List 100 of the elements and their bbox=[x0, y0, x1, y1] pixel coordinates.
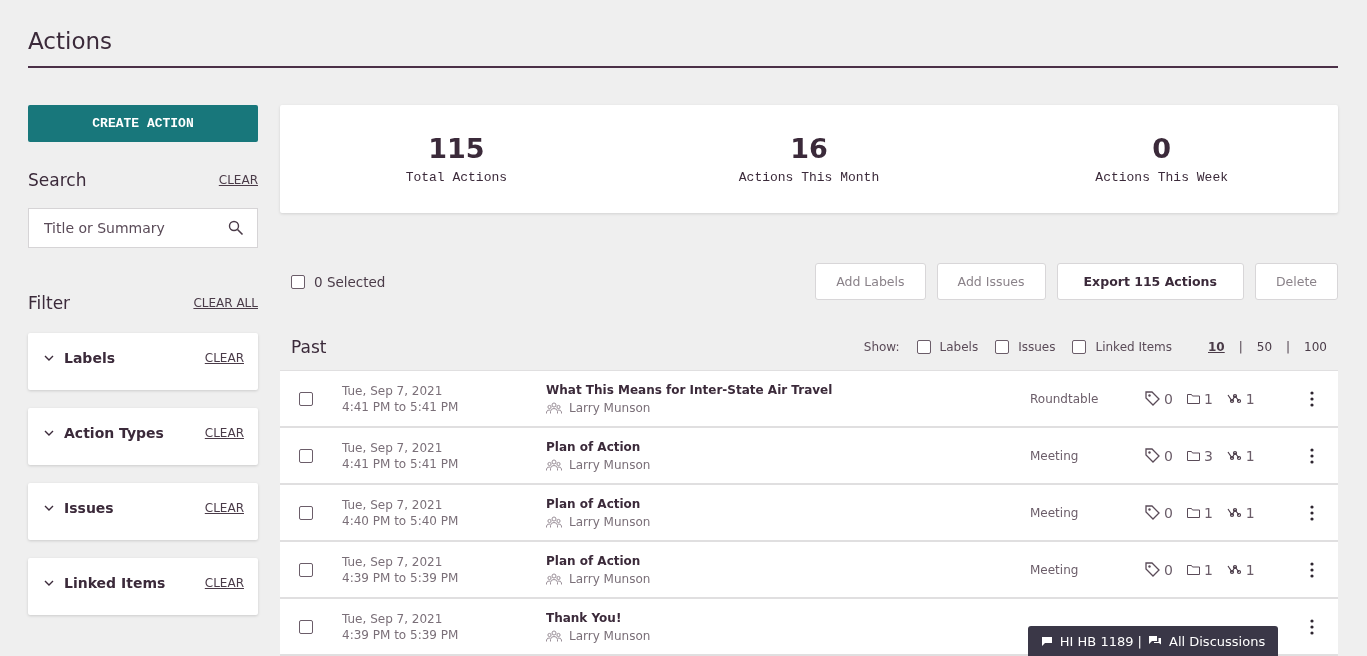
filter-label[interactable]: Action Types bbox=[64, 424, 195, 441]
stat-value: 115 bbox=[428, 133, 485, 164]
search-icon bbox=[228, 220, 244, 236]
issue-count: 1 bbox=[1203, 561, 1213, 578]
action-type: Meeting bbox=[1030, 505, 1079, 520]
clear-link[interactable]: CLEAR bbox=[204, 575, 244, 590]
checkbox[interactable] bbox=[995, 340, 1010, 354]
owner-name: Larry Munson bbox=[569, 570, 651, 588]
section-heading: Filter bbox=[28, 293, 71, 313]
selected-count: 0 Selected bbox=[314, 273, 386, 290]
label-count: 0 bbox=[1164, 390, 1173, 407]
people-icon bbox=[546, 515, 562, 528]
checkbox[interactable] bbox=[299, 448, 313, 463]
action-date: Tue, Sep 7, 2021 bbox=[342, 553, 444, 570]
discussion-bar[interactable]: HI HB 1189 | All Discussions bbox=[1028, 626, 1278, 656]
show-label: Show: bbox=[863, 340, 900, 354]
stat-label: Actions This Month bbox=[738, 170, 880, 185]
discussion-name[interactable]: HI HB 1189 | bbox=[1059, 633, 1142, 649]
checkbox[interactable] bbox=[916, 340, 931, 354]
clear-link[interactable]: CLEAR bbox=[204, 500, 244, 515]
action-title[interactable]: Plan of Action bbox=[546, 494, 1030, 513]
clear-link[interactable]: CLEAR bbox=[204, 350, 244, 365]
filter-label[interactable]: Issues bbox=[64, 499, 195, 516]
page-size-option[interactable]: 100 bbox=[1304, 340, 1327, 354]
action-type: Roundtable bbox=[1030, 391, 1099, 406]
clear-all-link[interactable]: CLEAR ALL bbox=[193, 296, 258, 310]
issue-count: 1 bbox=[1203, 504, 1213, 521]
issue-count: 1 bbox=[1203, 390, 1213, 407]
label-count: 0 bbox=[1164, 561, 1173, 578]
tag-icon bbox=[1145, 448, 1160, 463]
checkbox[interactable] bbox=[299, 505, 313, 520]
list-heading: Past bbox=[291, 337, 328, 357]
search-field[interactable]: Title or Summary bbox=[28, 208, 258, 248]
folder-icon bbox=[1186, 393, 1200, 404]
chats-icon bbox=[1149, 635, 1162, 647]
checkbox[interactable] bbox=[299, 619, 313, 634]
clear-link[interactable]: CLEAR bbox=[218, 173, 258, 187]
more-options-icon[interactable] bbox=[1310, 561, 1314, 578]
more-options-icon[interactable] bbox=[1310, 618, 1314, 635]
label-count: 0 bbox=[1164, 447, 1173, 464]
checkbox[interactable] bbox=[291, 274, 305, 289]
checkbox[interactable] bbox=[299, 562, 313, 577]
action-time: 4:41 PM to 5:41 PM bbox=[342, 455, 460, 472]
more-options-icon[interactable] bbox=[1310, 447, 1314, 464]
tag-icon bbox=[1145, 505, 1160, 520]
owner-name: Larry Munson bbox=[569, 399, 651, 417]
action-title[interactable]: Plan of Action bbox=[546, 437, 1030, 456]
page-size-option[interactable]: 50 bbox=[1256, 340, 1273, 354]
owner-name: Larry Munson bbox=[569, 456, 651, 474]
action-title[interactable]: What This Means for Inter-State Air Travel bbox=[546, 380, 1030, 399]
filter-label[interactable]: Linked Items bbox=[64, 574, 195, 591]
folder-icon bbox=[1186, 450, 1200, 461]
section-heading: Search bbox=[28, 170, 87, 190]
folder-icon bbox=[1186, 507, 1200, 518]
page-size-option[interactable]: 10 bbox=[1208, 340, 1225, 354]
action-type: Meeting bbox=[1030, 448, 1079, 463]
stat-label: Actions This Week bbox=[1095, 170, 1228, 185]
separator: | bbox=[1238, 340, 1243, 354]
action-title[interactable]: Thank You! bbox=[546, 608, 1030, 627]
clear-link[interactable]: CLEAR bbox=[204, 425, 244, 440]
chevron-down-icon bbox=[44, 579, 54, 586]
action-date: Tue, Sep 7, 2021 bbox=[342, 610, 444, 627]
option-label: Labels bbox=[939, 340, 979, 354]
action-date: Tue, Sep 7, 2021 bbox=[342, 439, 444, 456]
tag-icon bbox=[1145, 391, 1160, 406]
action-time: 4:41 PM to 5:41 PM bbox=[342, 398, 460, 415]
action-title[interactable]: Plan of Action bbox=[546, 551, 1030, 570]
action-date: Tue, Sep 7, 2021 bbox=[342, 382, 444, 399]
more-options-icon[interactable] bbox=[1310, 390, 1314, 407]
option-label: Linked Items bbox=[1095, 340, 1172, 354]
filter-label[interactable]: Labels bbox=[64, 349, 195, 366]
owner-name: Larry Munson bbox=[569, 627, 651, 645]
create-action-button[interactable]: CREATE ACTION bbox=[28, 105, 258, 142]
more-options-icon[interactable] bbox=[1310, 504, 1314, 521]
action-button[interactable]: Export 115 Actions bbox=[1056, 263, 1244, 300]
issue-count: 3 bbox=[1203, 447, 1213, 464]
checkbox[interactable] bbox=[1072, 340, 1087, 354]
action-time: 4:40 PM to 5:40 PM bbox=[342, 512, 460, 529]
chevron-down-icon bbox=[44, 354, 54, 361]
label-count: 0 bbox=[1164, 504, 1173, 521]
people-icon bbox=[546, 458, 562, 471]
linked-count: 1 bbox=[1245, 504, 1255, 521]
folder-icon bbox=[1186, 564, 1200, 575]
chat-icon bbox=[1040, 635, 1053, 647]
separator: | bbox=[1286, 340, 1291, 354]
stat-value: 0 bbox=[1152, 133, 1172, 164]
linked-count: 1 bbox=[1245, 561, 1255, 578]
linked-nodes-icon bbox=[1226, 564, 1242, 575]
people-icon bbox=[546, 572, 562, 585]
linked-nodes-icon bbox=[1226, 393, 1242, 404]
linked-nodes-icon bbox=[1226, 450, 1242, 461]
action-type: Meeting bbox=[1030, 562, 1079, 577]
stat-label: Total Actions bbox=[405, 170, 508, 185]
option-label: Issues bbox=[1018, 340, 1056, 354]
stat-value: 16 bbox=[790, 133, 828, 164]
all-discussions-link[interactable]: All Discussions bbox=[1169, 633, 1266, 649]
action-date: Tue, Sep 7, 2021 bbox=[342, 496, 444, 513]
tag-icon bbox=[1145, 562, 1160, 577]
checkbox[interactable] bbox=[299, 391, 313, 406]
action-time: 4:39 PM to 5:39 PM bbox=[342, 626, 460, 643]
